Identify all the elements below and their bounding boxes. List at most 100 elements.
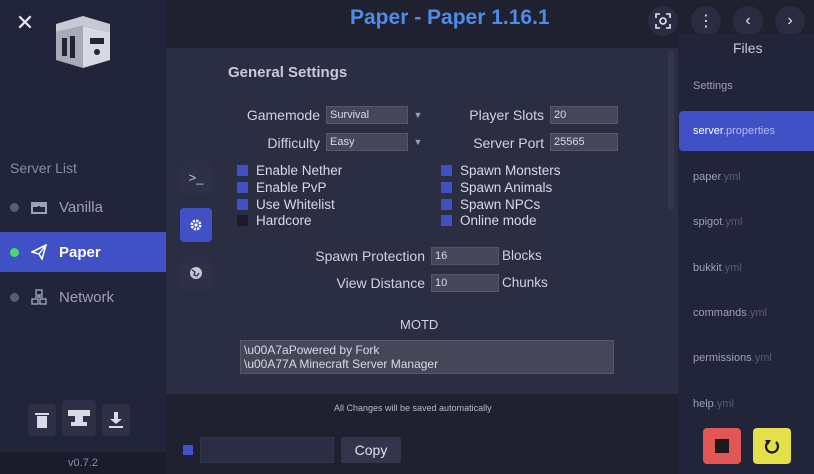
checkbox-label: Use Whitelist xyxy=(256,197,335,212)
server-item-label: Network xyxy=(59,288,115,306)
motd-line: \u00A77A Minecraft Server Manager xyxy=(244,357,439,371)
chest-icon xyxy=(30,198,48,216)
copy-button[interactable]: Copy xyxy=(341,437,401,463)
checkbox-label: Enable PvP xyxy=(256,180,327,195)
server-port-input[interactable]: 25565 xyxy=(550,133,618,151)
file-item-settings[interactable]: Settings xyxy=(679,66,814,106)
tab-settings[interactable] xyxy=(180,208,212,242)
file-item-bukkit[interactable]: bukkit.yml xyxy=(679,248,814,288)
server-item-network[interactable]: Network xyxy=(0,277,170,317)
file-item-commands[interactable]: commands.yml xyxy=(679,293,814,333)
terminal-icon: >_ xyxy=(188,169,204,185)
checkbox-label: Online mode xyxy=(460,213,537,228)
player-slots-label: Player Slots xyxy=(469,107,544,123)
hardcore-checkbox[interactable]: Hardcore xyxy=(237,213,312,228)
status-dot xyxy=(10,247,19,257)
delete-server-button[interactable] xyxy=(28,404,56,436)
version-label: v0.7.2 xyxy=(0,452,166,474)
files-heading: Files xyxy=(733,40,763,56)
file-item-paper[interactable]: paper.yml xyxy=(679,157,814,197)
enable-nether-checkbox[interactable]: Enable Nether xyxy=(237,163,342,178)
file-ext: .yml xyxy=(713,398,734,410)
download-icon xyxy=(109,412,123,428)
checkbox-box xyxy=(441,182,452,193)
spawn-animals-checkbox[interactable]: Spawn Animals xyxy=(441,180,552,195)
restart-server-button[interactable] xyxy=(753,428,791,464)
spawn-monsters-checkbox[interactable]: Spawn Monsters xyxy=(441,163,561,178)
server-item-label: Vanilla xyxy=(59,198,103,216)
page-title: Paper - Paper 1.16.1 xyxy=(350,6,550,29)
spawn-npcs-checkbox[interactable]: Spawn NPCs xyxy=(441,197,540,212)
panel-tabs: >_ xyxy=(180,160,212,304)
restart-icon xyxy=(764,440,780,454)
console-toggle-checkbox[interactable] xyxy=(183,445,193,455)
focus-icon xyxy=(655,13,671,29)
file-ext: .yml xyxy=(746,307,767,319)
anvil-icon xyxy=(68,410,90,426)
checkbox-label: Spawn Animals xyxy=(460,180,553,195)
checkbox-box xyxy=(441,215,452,226)
player-slots-input[interactable]: 20 xyxy=(550,106,618,124)
gamemode-label: Gamemode xyxy=(246,107,320,123)
chevron-down-icon[interactable]: ▼ xyxy=(410,106,426,124)
server-item-paper[interactable]: Paper xyxy=(0,232,170,272)
stop-icon xyxy=(715,439,729,453)
file-name: paper xyxy=(693,171,721,183)
checkbox-box xyxy=(237,165,248,176)
file-name: permissions xyxy=(693,352,752,364)
motd-textarea[interactable]: \u00A7aPowered by Fork \u00A77A Minecraf… xyxy=(240,340,614,374)
view-distance-label: View Distance xyxy=(336,275,425,291)
server-item-vanilla[interactable]: Vanilla xyxy=(0,187,170,227)
forward-button[interactable]: › xyxy=(775,6,805,36)
gamemode-select[interactable]: Survival xyxy=(326,106,408,124)
download-button[interactable] xyxy=(102,404,130,436)
file-name: bukkit xyxy=(693,262,722,274)
view-distance-input[interactable]: 10 xyxy=(431,274,499,292)
back-button[interactable]: ‹ xyxy=(733,6,763,36)
checkbox-label: Enable Nether xyxy=(256,163,343,178)
server-list-label: Server List xyxy=(10,160,77,176)
scrollbar[interactable] xyxy=(668,50,674,210)
build-server-button[interactable] xyxy=(62,400,96,436)
file-name: help xyxy=(693,398,714,410)
checkbox-label: Hardcore xyxy=(256,213,312,228)
online-mode-checkbox[interactable]: Online mode xyxy=(441,213,537,228)
tab-console[interactable]: >_ xyxy=(180,160,212,194)
close-button[interactable]: ✕ xyxy=(12,10,38,36)
motd-label: MOTD xyxy=(400,317,439,332)
file-item-permissions[interactable]: permissions.yml xyxy=(679,338,814,378)
file-item-server-properties[interactable]: server.properties xyxy=(679,111,814,151)
tab-world[interactable] xyxy=(180,256,212,290)
file-item-help[interactable]: help.yml xyxy=(679,384,814,424)
gear-icon xyxy=(190,219,202,231)
network-icon xyxy=(30,288,48,306)
paper-plane-icon xyxy=(30,243,48,261)
file-item-spigot[interactable]: spigot.yml xyxy=(679,202,814,242)
use-whitelist-checkbox[interactable]: Use Whitelist xyxy=(237,197,335,212)
more-button[interactable]: ⋮ xyxy=(691,6,721,36)
difficulty-select[interactable]: Easy xyxy=(326,133,408,151)
file-name: Settings xyxy=(693,80,733,92)
file-name: spigot xyxy=(693,216,723,228)
screenshot-button[interactable] xyxy=(648,6,678,36)
section-heading: General Settings xyxy=(228,64,348,81)
spawn-protection-input[interactable]: 16 xyxy=(431,247,499,265)
status-dot xyxy=(10,202,19,212)
more-vert-icon: ⋮ xyxy=(698,13,714,30)
stop-server-button[interactable] xyxy=(703,428,741,464)
enable-pvp-checkbox[interactable]: Enable PvP xyxy=(237,180,327,195)
file-ext: .yml xyxy=(720,171,741,183)
command-input[interactable] xyxy=(200,437,334,463)
sidebar: ✕ Server List Vanilla Paper Network v0.7… xyxy=(0,0,170,474)
file-name: server xyxy=(693,125,723,137)
chunks-unit: Chunks xyxy=(502,275,548,290)
checkbox-box xyxy=(237,199,248,210)
chevron-down-icon[interactable]: ▼ xyxy=(410,133,426,151)
blocks-unit: Blocks xyxy=(502,248,542,263)
checkbox-box xyxy=(237,182,248,193)
autosave-note: All Changes will be saved automatically xyxy=(334,403,492,413)
status-dot xyxy=(10,292,19,302)
logo-icon xyxy=(56,16,110,68)
chevron-right-icon: › xyxy=(787,12,793,29)
checkbox-label: Spawn NPCs xyxy=(460,197,541,212)
